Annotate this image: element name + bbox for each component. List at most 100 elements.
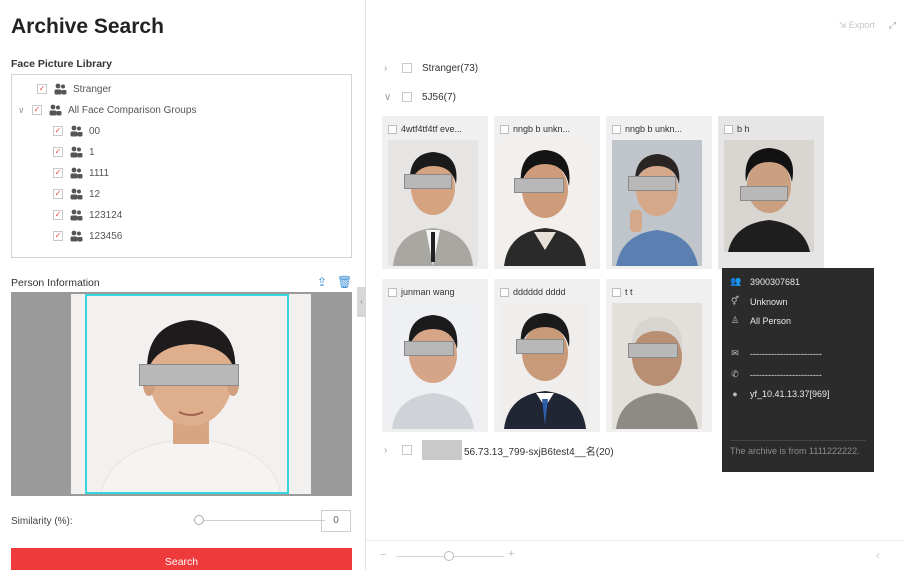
search-panel: Archive Search Face Picture Library ✓ St… <box>0 0 366 570</box>
tree-item-group[interactable]: ✓ 123124 <box>53 205 122 225</box>
group-icon <box>70 167 83 179</box>
tree-item-label: All Face Comparison Groups <box>68 104 197 116</box>
person-portrait <box>388 140 478 266</box>
card-checkbox[interactable] <box>724 124 733 134</box>
result-card[interactable]: 4wtf4tf4tf eve... <box>382 116 488 269</box>
card-name: nngb b unkn... <box>625 124 683 134</box>
tooltip-footer: The archive is from 1111222222. <box>730 440 866 457</box>
group-icon <box>70 230 83 242</box>
upload-icon[interactable]: ⇪ <box>317 275 327 289</box>
zoom-slider-handle[interactable] <box>444 551 454 561</box>
zoom-in-icon[interactable]: + <box>508 548 514 560</box>
card-name: t t <box>625 287 633 297</box>
collapse-panel-handle[interactable]: ‹ <box>357 287 366 317</box>
phone-icon: ✆ <box>731 369 739 379</box>
tree-item-group[interactable]: ✓ 00 <box>53 121 100 141</box>
card-name: 4wtf4tf4tf eve... <box>401 124 463 134</box>
card-name: junman wang <box>401 287 455 297</box>
group-checkbox[interactable] <box>402 92 412 102</box>
zoom-out-icon[interactable]: − <box>380 549 386 561</box>
card-checkbox[interactable] <box>500 287 509 297</box>
card-photo <box>500 140 590 266</box>
card-header: t t <box>612 285 708 299</box>
card-checkbox[interactable] <box>612 124 621 134</box>
tree-checkbox[interactable]: ✓ <box>53 147 63 157</box>
tree-item-label: 1111 <box>89 167 110 179</box>
chevron-left-icon[interactable]: ‹ <box>876 548 880 562</box>
group-row-5j56[interactable]: ∨ 5J56(7) <box>384 87 456 107</box>
export-button[interactable]: ⇲ Export <box>839 20 875 31</box>
group-checkbox[interactable] <box>402 445 412 455</box>
group-label: 5J56(7) <box>422 91 456 103</box>
tree-checkbox[interactable]: ✓ <box>32 105 42 115</box>
tree-item-all-groups[interactable]: ∨ ✓ All Face Comparison Groups <box>18 100 196 120</box>
card-name: b h <box>737 124 750 134</box>
tree-checkbox[interactable]: ✓ <box>53 189 63 199</box>
tree-item-group[interactable]: ✓ 1111 <box>53 163 109 183</box>
face-redaction <box>740 186 788 201</box>
tree-checkbox[interactable]: ✓ <box>53 168 63 178</box>
card-photo <box>612 140 702 266</box>
card-photo <box>612 303 702 429</box>
card-checkbox[interactable] <box>612 287 621 297</box>
person-icon: ♙ <box>730 315 740 325</box>
id-icon: 👥 <box>730 276 742 286</box>
similarity-input[interactable]: 0 <box>321 510 351 532</box>
card-checkbox[interactable] <box>500 124 509 134</box>
tree-item-group[interactable]: ✓ 12 <box>53 184 100 204</box>
similarity-slider-handle[interactable] <box>194 515 204 525</box>
card-header: 4wtf4tf4tf eve... <box>388 122 484 136</box>
group-icon <box>70 125 83 137</box>
person-portrait <box>388 303 478 429</box>
tree-item-group[interactable]: ✓ 1 <box>53 142 95 162</box>
face-redaction <box>514 178 564 193</box>
tree-item-group[interactable]: ✓ 123456 <box>53 226 122 246</box>
face-redaction <box>628 176 676 191</box>
result-card[interactable]: dddddd dddd <box>494 279 600 432</box>
result-card[interactable]: nngb b unkn... <box>606 116 712 269</box>
result-card[interactable]: junman wang <box>382 279 488 432</box>
person-photo-frame[interactable] <box>11 292 352 496</box>
tree-checkbox[interactable]: ✓ <box>53 210 63 220</box>
chevron-down-icon[interactable]: ∨ <box>18 105 26 116</box>
card-name: nngb b unkn... <box>513 124 571 134</box>
similarity-slider[interactable] <box>201 520 325 521</box>
card-photo <box>500 303 590 429</box>
group-label: 56.73.13_799-sxjB6test4__名(20) <box>464 446 614 458</box>
chevron-right-icon[interactable]: › <box>384 63 402 74</box>
delete-icon[interactable]: 🗑 <box>337 275 352 289</box>
group-row-stranger[interactable]: › Stranger(73) <box>384 58 478 78</box>
tree-checkbox[interactable]: ✓ <box>53 126 63 136</box>
card-header: nngb b unkn... <box>612 122 708 136</box>
person-info-label: Person Information <box>11 277 100 289</box>
tree-checkbox[interactable]: ✓ <box>37 84 47 94</box>
tree-item-label: 12 <box>89 188 101 200</box>
person-portrait <box>500 140 590 266</box>
tooltip-email-row: ✉ ------------------------ <box>731 348 822 359</box>
group-row-sxjb6test4[interactable]: › 56.73.13_799-sxjB6test4__名(20) <box>384 440 614 460</box>
group-checkbox[interactable] <box>402 63 412 73</box>
card-checkbox[interactable] <box>388 287 397 297</box>
zoom-bar: − + ‹ <box>366 540 904 570</box>
face-selection-box[interactable] <box>85 294 289 494</box>
tree-item-label: 123456 <box>89 230 123 242</box>
chevron-right-icon[interactable]: › <box>384 445 402 456</box>
person-portrait <box>612 140 702 266</box>
card-header: b h <box>724 122 820 136</box>
result-card[interactable]: t t <box>606 279 712 432</box>
tooltip-id-row: 👥 3900307681 <box>730 276 801 287</box>
result-card[interactable]: nngb b unkn... <box>494 116 600 269</box>
library-tree[interactable]: ✓ Stranger ∨ ✓ All Face Comparison Group… <box>11 74 352 258</box>
fullscreen-icon[interactable]: ⤢ <box>889 20 896 31</box>
gender-icon: ⚥ <box>730 296 740 306</box>
tree-checkbox[interactable]: ✓ <box>53 231 63 241</box>
similarity-label: Similarity (%): <box>11 516 73 527</box>
group-icon <box>70 146 83 158</box>
chevron-down-icon[interactable]: ∨ <box>384 92 402 103</box>
tree-item-stranger[interactable]: ✓ Stranger <box>37 79 111 99</box>
search-button[interactable]: Search <box>11 548 352 570</box>
tree-item-label: Stranger <box>73 83 112 95</box>
result-card[interactable]: b h <box>718 116 824 269</box>
card-checkbox[interactable] <box>388 124 397 134</box>
card-photo <box>388 303 478 429</box>
